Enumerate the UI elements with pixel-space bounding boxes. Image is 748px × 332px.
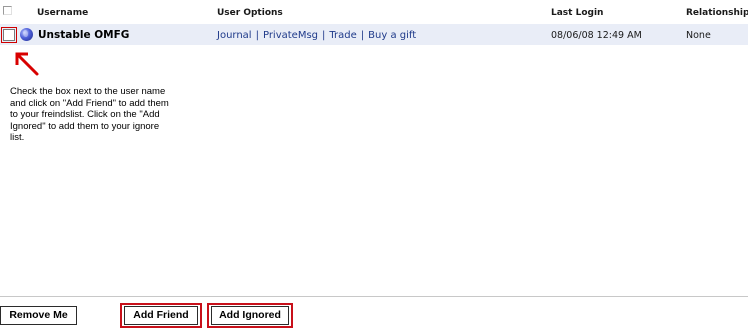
select-all-checkbox[interactable] [3, 6, 12, 15]
last-login-value: 08/06/08 12:49 AM [551, 30, 642, 41]
add-friend-button[interactable]: Add Friend [124, 306, 198, 325]
username-label: Unstable OMFG [38, 29, 130, 41]
journal-link[interactable]: Journal [217, 30, 252, 41]
header-last-login: Last Login [551, 8, 604, 18]
user-options-links: Journal | PrivateMsg | Trade | Buy a gift [217, 30, 416, 41]
separator: | [322, 30, 326, 41]
separator: | [360, 30, 365, 41]
divider [0, 296, 748, 297]
header-user-options: User Options [217, 8, 283, 18]
remove-me-button[interactable]: Remove Me [0, 306, 77, 325]
separator: | [255, 30, 259, 41]
globe-icon [20, 28, 33, 41]
header-relationship: Relationship [686, 8, 748, 18]
trade-link[interactable]: Trade [329, 30, 356, 41]
private-msg-link[interactable]: PrivateMsg [263, 30, 318, 41]
relationship-value: None [686, 30, 711, 41]
add-ignored-button[interactable]: Add Ignored [211, 306, 289, 325]
instructions-text: Check the box next to the user name and … [10, 86, 169, 144]
buy-gift-link[interactable]: Buy a gift [368, 30, 416, 41]
red-arrow-icon [15, 52, 39, 76]
row-select-checkbox[interactable] [1, 27, 17, 43]
header-username: Username [37, 8, 89, 18]
